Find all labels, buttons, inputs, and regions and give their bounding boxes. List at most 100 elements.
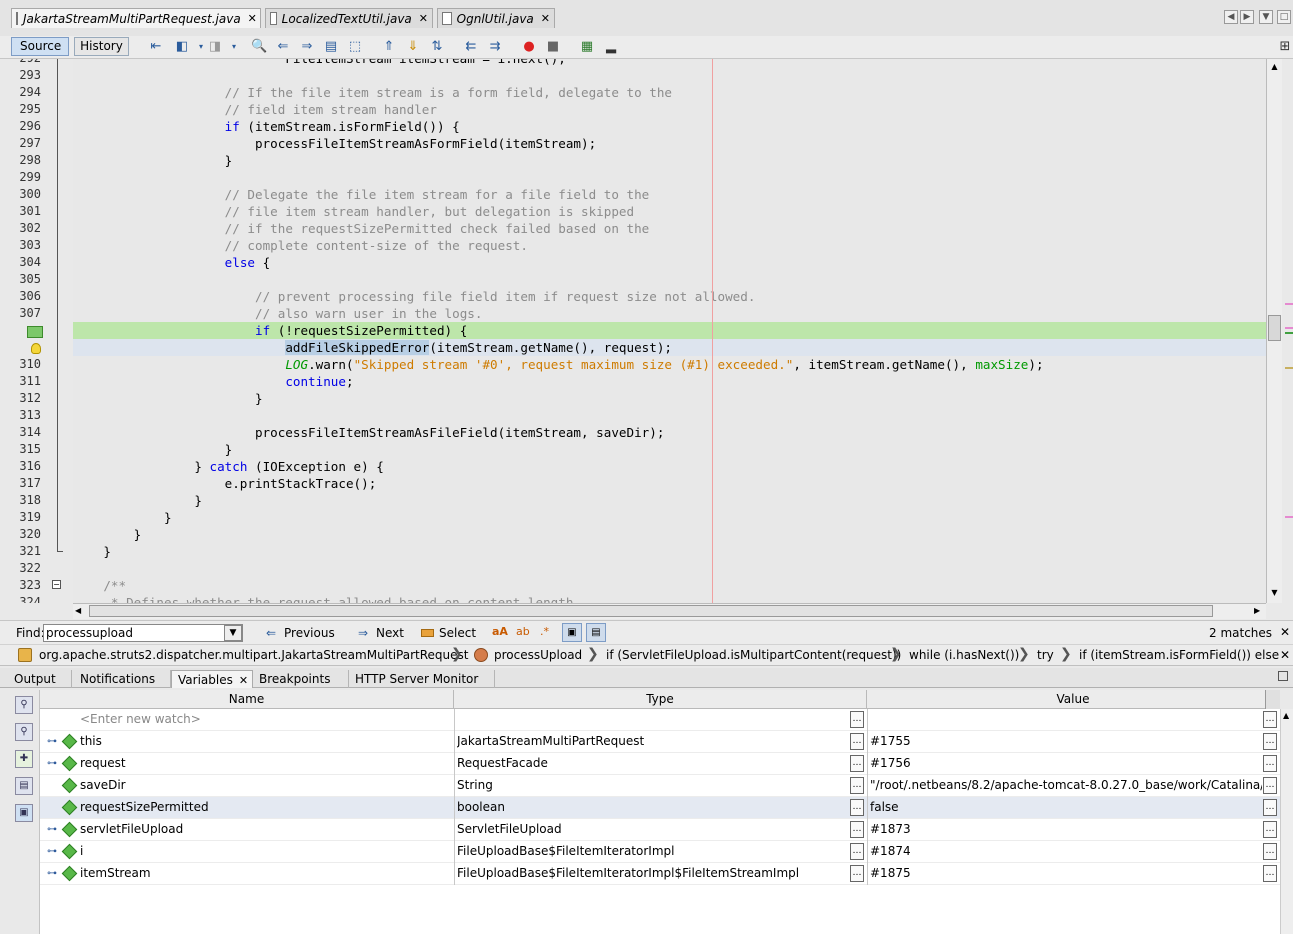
column-chooser-icon[interactable]: [1265, 690, 1280, 709]
find-previous-button[interactable]: ⇐ Previous: [266, 625, 335, 641]
code-line[interactable]: // prevent processing file field item if…: [73, 288, 1266, 305]
line-number[interactable]: 322: [9, 560, 41, 577]
new-watch-icon[interactable]: ✚: [15, 750, 33, 768]
line-number[interactable]: 319: [9, 509, 41, 526]
line-number[interactable]: 304: [9, 254, 41, 271]
start-macro-icon[interactable]: ●: [521, 39, 537, 55]
code-line[interactable]: }: [73, 543, 1266, 560]
value-edit-button[interactable]: …: [1263, 843, 1277, 860]
code-line[interactable]: if (!requestSizePermitted) {: [73, 322, 1266, 339]
type-edit-button[interactable]: …: [850, 733, 864, 750]
static-fields-icon[interactable]: ⚲: [15, 723, 33, 741]
scroll-left-icon[interactable]: ◀: [75, 606, 81, 615]
regex-icon[interactable]: .*: [540, 625, 549, 638]
value-edit-button[interactable]: …: [1263, 733, 1277, 750]
variables-scrollbar[interactable]: ▲: [1281, 709, 1293, 934]
value-edit-button[interactable]: …: [1263, 821, 1277, 838]
whole-words-icon[interactable]: ab: [516, 625, 530, 638]
type-edit-button[interactable]: …: [850, 865, 864, 882]
variable-value[interactable]: "/root/.netbeans/8.2/apache-tomcat-8.0.2…: [870, 775, 1262, 796]
value-edit-button[interactable]: …: [1263, 777, 1277, 794]
stripe-mark[interactable]: [1285, 332, 1293, 334]
code-line[interactable]: if (itemStream.isFormField()) {: [73, 118, 1266, 135]
find-history-dropdown-icon[interactable]: ▼: [224, 625, 242, 641]
code-line[interactable]: [73, 560, 1266, 577]
code-line[interactable]: } catch (IOException e) {: [73, 458, 1266, 475]
toggle-rect-selection-icon[interactable]: ⬚: [347, 39, 363, 55]
code-line[interactable]: else {: [73, 254, 1266, 271]
expand-icon[interactable]: ⊶: [47, 731, 57, 752]
line-number[interactable]: 296: [9, 118, 41, 135]
tab-http-server-monitor[interactable]: HTTP Server Monitor: [349, 670, 495, 688]
type-edit-button[interactable]: …: [850, 777, 864, 794]
code-line[interactable]: processFileItemStreamAsFormField(itemStr…: [73, 135, 1266, 152]
name-edit-button[interactable]: …: [850, 711, 864, 728]
line-number[interactable]: 293: [9, 67, 41, 84]
variable-value[interactable]: #1875: [870, 863, 1262, 884]
line-number[interactable]: 298: [9, 152, 41, 169]
line-number[interactable]: 314: [9, 424, 41, 441]
previous-bookmark-icon[interactable]: ⇑: [381, 39, 397, 55]
code-line[interactable]: // If the file item stream is a form fie…: [73, 84, 1266, 101]
inherited-icon[interactable]: ▣: [15, 804, 33, 822]
breadcrumb-method[interactable]: processUpload: [494, 647, 582, 664]
line-number[interactable]: 316: [9, 458, 41, 475]
line-number[interactable]: 297: [9, 135, 41, 152]
stripe-mark[interactable]: [1285, 516, 1293, 518]
line-number[interactable]: 312: [9, 390, 41, 407]
editor-vertical-scrollbar[interactable]: ▲ ▼: [1266, 59, 1282, 603]
code-line[interactable]: [73, 271, 1266, 288]
comment-icon[interactable]: ▦: [579, 39, 595, 55]
breadcrumb-while[interactable]: while (i.hasNext()): [909, 647, 1019, 664]
match-case-icon[interactable]: aA: [492, 625, 508, 638]
type-edit-button[interactable]: …: [850, 755, 864, 772]
close-find-icon[interactable]: ✕: [1280, 625, 1290, 639]
new-watch-placeholder[interactable]: <Enter new watch>: [80, 709, 201, 730]
variable-row[interactable]: ⊶ itemStream … FileUploadBase$FileItemItera…: [40, 863, 1280, 885]
variable-value[interactable]: #1756: [870, 753, 1262, 774]
minimize-panel-icon[interactable]: [1278, 671, 1288, 681]
wrap-around-icon[interactable]: ▤: [586, 623, 606, 642]
code-line[interactable]: // complete content-size of the request.: [73, 237, 1266, 254]
line-number[interactable]: 318: [9, 492, 41, 509]
breadcrumb-try[interactable]: try: [1037, 647, 1054, 664]
tab-variables[interactable]: Variables ✕: [171, 670, 253, 688]
find-next-icon[interactable]: ⇒: [299, 39, 315, 55]
stripe-mark[interactable]: [1285, 303, 1293, 305]
code-line[interactable]: [73, 67, 1266, 84]
variable-row[interactable]: ⊶ request… RequestFacade #1756…: [40, 753, 1280, 775]
variable-row[interactable]: saveDir … String "/root/.netbeans/8.2/apach…: [40, 775, 1280, 797]
line-number[interactable]: 300: [9, 186, 41, 203]
close-icon[interactable]: ✕: [239, 674, 248, 687]
maximize-window-icon[interactable]: □: [1277, 10, 1291, 24]
close-icon[interactable]: ✕: [419, 12, 428, 25]
code-editor[interactable]: FileItemStream itemStream = i.next(); //…: [73, 59, 1266, 603]
highlight-results-icon[interactable]: ▣: [562, 623, 582, 642]
tab-output[interactable]: Output: [8, 670, 72, 688]
tab-notifications[interactable]: Notifications: [74, 670, 171, 688]
close-breadcrumb-icon[interactable]: ✕: [1280, 648, 1290, 662]
evaluate-icon[interactable]: ▤: [15, 777, 33, 795]
line-number[interactable]: 311: [9, 373, 41, 390]
line-number[interactable]: 313: [9, 407, 41, 424]
code-line[interactable]: // file item stream handler, but delegat…: [73, 203, 1266, 220]
find-select-button[interactable]: Select: [421, 625, 476, 641]
expand-icon[interactable]: ⊶: [47, 863, 57, 884]
scroll-down-icon[interactable]: ▼: [1269, 587, 1280, 598]
code-line[interactable]: /**: [73, 577, 1266, 594]
code-line[interactable]: }: [73, 390, 1266, 407]
split-editor-icon[interactable]: ⊞: [1277, 39, 1293, 55]
code-line[interactable]: [73, 407, 1266, 424]
code-line[interactable]: }: [73, 492, 1266, 509]
hint-bulb-icon[interactable]: [31, 343, 41, 354]
value-edit-button[interactable]: …: [1263, 799, 1277, 816]
fold-collapse-icon[interactable]: −: [52, 580, 61, 589]
next-bookmark-icon[interactable]: ⇓: [405, 39, 421, 55]
close-icon[interactable]: ✕: [248, 12, 257, 25]
code-line[interactable]: continue;: [73, 373, 1266, 390]
expand-icon[interactable]: ⊶: [47, 841, 57, 862]
forward-icon[interactable]: ◨: [207, 39, 223, 55]
line-number[interactable]: 305: [9, 271, 41, 288]
line-number[interactable]: 317: [9, 475, 41, 492]
scroll-right-icon[interactable]: ▶: [1254, 606, 1260, 615]
